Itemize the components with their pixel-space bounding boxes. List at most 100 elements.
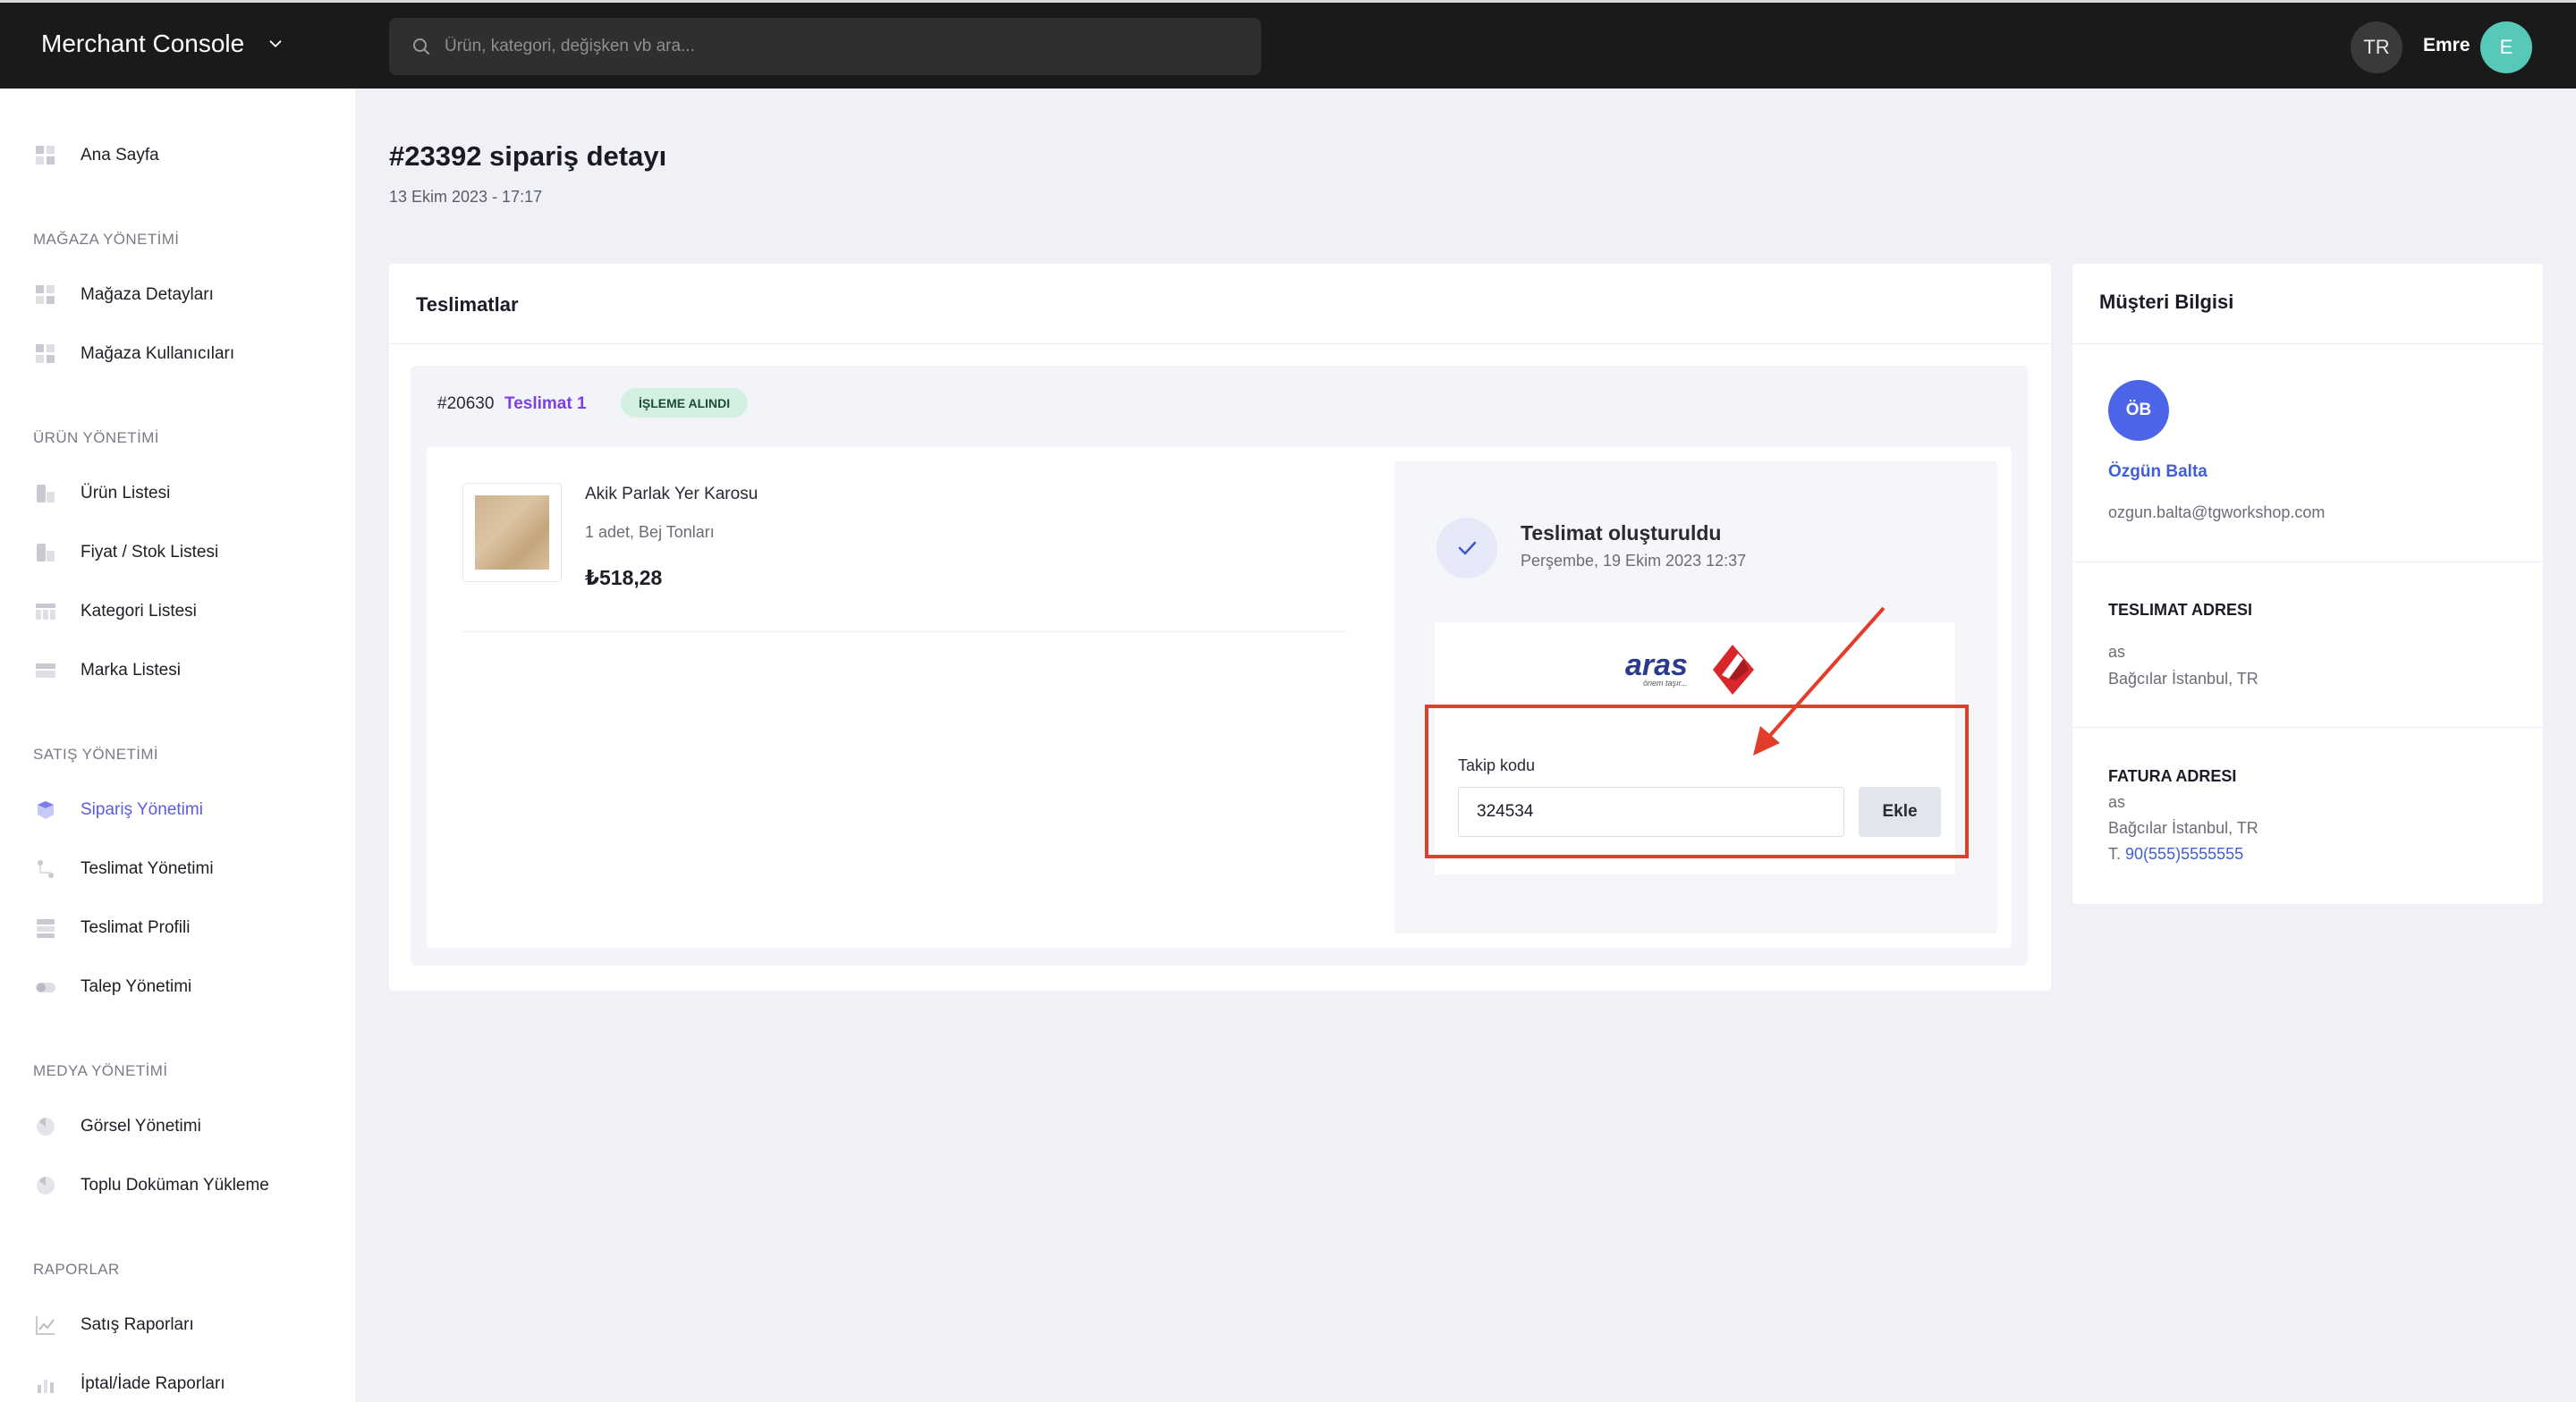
sidebar-item-label: Görsel Yönetimi xyxy=(80,1117,201,1136)
customer-name-link[interactable]: Özgün Balta xyxy=(2108,462,2207,482)
search-bar[interactable] xyxy=(389,18,1261,75)
user-name[interactable]: Emre xyxy=(2423,35,2470,56)
shipment-box: #20630 Teslimat 1 İŞLEME ALINDI Akik Par… xyxy=(411,366,2028,966)
tracking-status-title: Teslimat oluşturuldu xyxy=(1521,521,1722,545)
search-icon xyxy=(413,38,429,55)
carrier-logo: aras önem taşır... xyxy=(1435,622,1955,714)
document-icon xyxy=(37,1177,55,1195)
tracking-panel: Teslimat oluşturuldu Perşembe, 19 Ekim 2… xyxy=(1394,461,1997,933)
customer-email: ozgun.balta@tgworkshop.com xyxy=(2108,503,2326,521)
brand-icon xyxy=(36,663,55,678)
table-icon xyxy=(36,604,55,620)
products-icon xyxy=(37,485,55,503)
sidebar-item-order-management[interactable]: Sipariş Yönetimi xyxy=(34,792,203,828)
sidebar-item-image-management[interactable]: Görsel Yönetimi xyxy=(34,1109,201,1144)
carrier-logo-text: aras xyxy=(1625,648,1688,682)
sidebar-item-brand-list[interactable]: Marka Listesi xyxy=(34,653,181,688)
grid-icon xyxy=(36,344,55,363)
customer-title: Müşteri Bilgisi xyxy=(2099,291,2234,313)
toggle-icon xyxy=(36,983,55,992)
product-name: Akik Parlak Yer Karosu xyxy=(585,485,758,503)
section-title-reports: RAPORLAR xyxy=(33,1261,120,1278)
add-tracking-button[interactable]: Ekle xyxy=(1859,787,1941,837)
billing-address-line2: Bağcılar İstanbul, TR xyxy=(2108,819,2258,837)
sidebar-item-label: İptal/İade Raporları xyxy=(80,1374,225,1393)
shipment-link[interactable]: Teslimat 1 xyxy=(504,394,587,414)
chart-icon xyxy=(36,1316,55,1335)
sidebar-item-label: Satış Raporları xyxy=(80,1315,194,1334)
product-image xyxy=(475,495,549,570)
billing-address-title: FATURA ADRESI xyxy=(2108,767,2237,785)
tracking-status-date: Perşembe, 19 Ekim 2023 12:37 xyxy=(1521,552,1747,570)
sidebar-item-store-users[interactable]: Mağaza Kullanıcıları xyxy=(34,336,234,372)
product-thumbnail[interactable] xyxy=(462,483,562,582)
status-badge: İŞLEME ALINDI xyxy=(621,388,749,418)
chevron-down-icon xyxy=(269,40,282,48)
grid-icon xyxy=(36,285,55,304)
sidebar-item-sales-reports[interactable]: Satış Raporları xyxy=(34,1307,194,1343)
billing-address-line1: as xyxy=(2108,793,2126,811)
phone-prefix: T. xyxy=(2108,845,2122,863)
shipment-id: #20630 xyxy=(437,394,495,413)
section-title-store: MAĞAZA YÖNETİMİ xyxy=(33,231,180,248)
order-date: 13 Ekim 2023 - 17:17 xyxy=(389,188,543,206)
product-price: ₺518,28 xyxy=(585,566,663,589)
sidebar-item-label: Marka Listesi xyxy=(80,661,181,680)
sidebar-item-return-reports[interactable]: İptal/İade Raporları xyxy=(34,1366,225,1402)
sidebar-item-label: Teslimat Profili xyxy=(80,918,191,937)
sidebar-item-label: Fiyat / Stok Listesi xyxy=(80,543,219,562)
section-title-products: ÜRÜN YÖNETİMİ xyxy=(33,429,159,446)
sidebar-item-delivery-profile[interactable]: Teslimat Profili xyxy=(34,910,190,946)
billing-phone: T. 90(555)5555555 xyxy=(2108,845,2243,864)
search-input[interactable] xyxy=(445,37,1232,56)
sidebar-item-home[interactable]: Ana Sayfa xyxy=(34,138,159,173)
sidebar-item-bulk-upload[interactable]: Toplu Doküman Yükleme xyxy=(34,1168,269,1204)
tracking-form: Takip kodu Ekle xyxy=(1435,714,1955,874)
divider xyxy=(2072,727,2543,728)
user-avatar[interactable]: E xyxy=(2480,21,2532,73)
route-icon xyxy=(38,860,54,878)
phone-link[interactable]: 90(555)5555555 xyxy=(2125,845,2243,863)
sidebar-item-label: Ürün Listesi xyxy=(80,484,171,503)
bar-chart-icon xyxy=(38,1380,54,1393)
image-icon xyxy=(37,1118,55,1136)
products-icon xyxy=(37,544,55,562)
sidebar-item-label: Kategori Listesi xyxy=(80,602,197,621)
store-switcher[interactable]: Merchant Console xyxy=(41,30,285,58)
shipping-address-title: TESLIMAT ADRESI xyxy=(2108,601,2252,619)
sidebar: Ana Sayfa MAĞAZA YÖNETİMİ Mağaza Detayla… xyxy=(0,89,355,1402)
page-title: #23392 sipariş detayı xyxy=(389,140,667,172)
tracking-code-label: Takip kodu xyxy=(1458,756,1536,774)
section-title-sales: SATIŞ YÖNETİMİ xyxy=(33,746,159,763)
sidebar-item-label: Mağaza Kullanıcıları xyxy=(80,344,235,363)
shipping-address-line1: as xyxy=(2108,643,2126,661)
tracking-code-input[interactable] xyxy=(1458,787,1844,837)
sidebar-item-label: Talep Yönetimi xyxy=(80,977,192,996)
sidebar-item-label: Ana Sayfa xyxy=(80,146,159,165)
grid-icon xyxy=(36,146,55,165)
box-icon xyxy=(38,801,54,819)
top-bar: Merchant Console TR Emre E xyxy=(0,0,2576,89)
sidebar-item-category-list[interactable]: Kategori Listesi xyxy=(34,594,197,629)
aras-logo-icon: aras önem taşır... xyxy=(1625,645,1754,695)
app-title: Merchant Console xyxy=(41,30,245,57)
shipment-content: Akik Parlak Yer Karosu 1 adet, Bej Tonla… xyxy=(427,447,2012,948)
sidebar-item-label: Mağaza Detayları xyxy=(80,285,214,304)
sidebar-item-request-management[interactable]: Talep Yönetimi xyxy=(34,969,191,1005)
server-icon xyxy=(37,919,55,938)
sidebar-item-price-stock[interactable]: Fiyat / Stok Listesi xyxy=(34,535,218,570)
divider xyxy=(462,631,1346,632)
sidebar-item-store-details[interactable]: Mağaza Detayları xyxy=(34,277,214,313)
deliveries-card-header: Teslimatlar xyxy=(389,264,2051,344)
language-button[interactable]: TR xyxy=(2351,21,2402,73)
sidebar-item-label: Toplu Doküman Yükleme xyxy=(80,1176,269,1195)
sidebar-item-label: Sipariş Yönetimi xyxy=(80,800,203,819)
shipping-address-line2: Bağcılar İstanbul, TR xyxy=(2108,670,2258,688)
check-icon xyxy=(1436,518,1497,579)
deliveries-card: Teslimatlar #20630 Teslimat 1 İŞLEME ALI… xyxy=(389,264,2051,991)
sidebar-item-delivery-management[interactable]: Teslimat Yönetimi xyxy=(34,851,214,887)
customer-avatar: ÖB xyxy=(2108,380,2169,441)
section-title-media: MEDYA YÖNETİMİ xyxy=(33,1062,168,1079)
sidebar-item-product-list[interactable]: Ürün Listesi xyxy=(34,476,170,511)
customer-card-header: Müşteri Bilgisi xyxy=(2072,264,2543,344)
